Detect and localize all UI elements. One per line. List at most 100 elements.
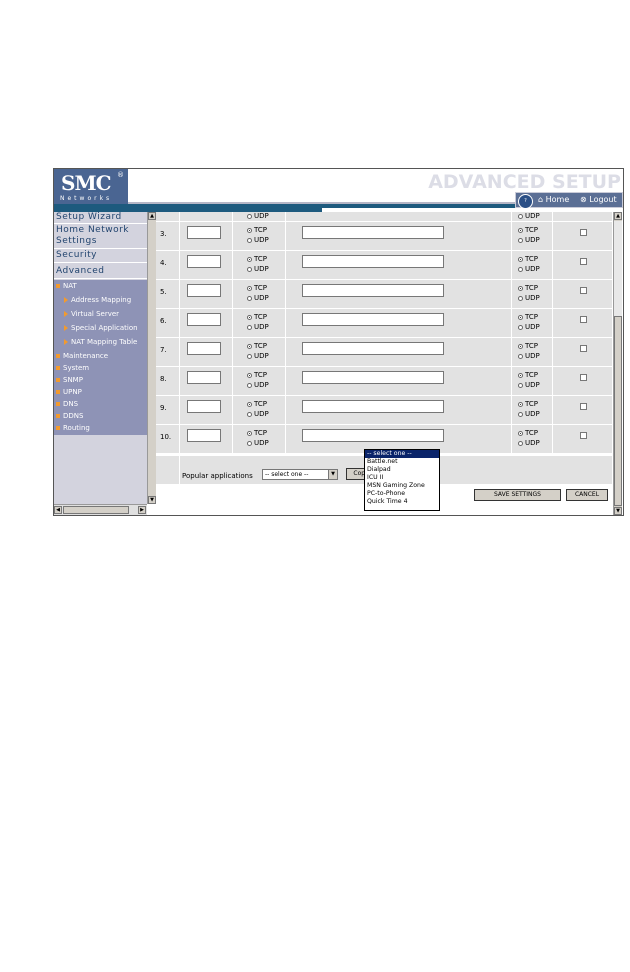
incoming-tcp-radio[interactable]: TCP [518,255,538,264]
scroll-left-icon[interactable]: ◀ [54,506,62,514]
main-vertical-scrollbar[interactable]: ▲ ▼ [613,212,622,515]
public-port-input[interactable] [302,226,444,239]
sidebar-item-setup-wizard[interactable]: Setup Wizard [54,212,147,224]
tcp-radio[interactable]: TCP [247,255,267,264]
trigger-port-input[interactable] [187,371,221,384]
enable-checkbox[interactable] [580,287,587,294]
public-port-input[interactable] [302,313,444,326]
scroll-up-icon[interactable]: ▲ [614,212,622,220]
enable-checkbox[interactable] [580,316,587,323]
incoming-udp-radio[interactable]: UDP [518,439,540,448]
dropdown-option[interactable]: Battle.net [365,458,439,466]
scroll-right-icon[interactable]: ▶ [138,506,146,514]
trigger-port-input[interactable] [187,429,221,442]
submenu-virtual-server[interactable]: Virtual Server [64,309,157,319]
incoming-tcp-radio[interactable]: TCP [518,429,538,438]
tcp-radio[interactable]: TCP [247,226,267,235]
udp-radio[interactable]: UDP [247,381,269,390]
enable-checkbox[interactable] [580,374,587,381]
dropdown-option[interactable]: MSN Gaming Zone [365,482,439,490]
submenu-nat[interactable]: NAT [56,281,149,291]
popular-applications-dropdown-list[interactable]: -- select one -- Battle.net Dialpad ICU … [364,449,440,511]
dropdown-option[interactable]: Quick Time 4 [365,498,439,506]
incoming-tcp-radio[interactable]: TCP [518,313,538,322]
trigger-port-input[interactable] [187,226,221,239]
tcp-radio[interactable]: TCP [247,313,267,322]
udp-radio[interactable]: UDP [247,236,269,245]
trigger-port-input[interactable] [187,255,221,268]
public-port-input[interactable] [302,371,444,384]
enable-checkbox[interactable] [580,229,587,236]
dropdown-option[interactable]: PC-to-Phone [365,490,439,498]
trigger-port-input[interactable] [187,342,221,355]
home-link[interactable]: ⌂ Home [538,195,569,204]
popular-applications-select[interactable]: -- select one -- ▼ [262,469,338,480]
incoming-udp-radio[interactable]: UDP [518,236,540,245]
scroll-up-icon[interactable]: ▲ [148,212,156,220]
udp-radio[interactable]: UDP [247,294,269,303]
udp-radio[interactable]: UDP [247,410,269,419]
submenu-routing[interactable]: Routing [56,423,149,433]
submenu-nat-mapping-table[interactable]: NAT Mapping Table [64,337,157,347]
radio-unchecked-icon [247,411,252,417]
tcp-radio[interactable]: TCP [247,429,267,438]
submenu-upnp[interactable]: UPNP [56,387,149,397]
public-port-input[interactable] [302,284,444,297]
tcp-radio[interactable]: TCP [247,400,267,409]
incoming-udp-radio[interactable]: UDP [518,381,540,390]
tcp-radio[interactable]: TCP [247,342,267,351]
public-port-input[interactable] [302,429,444,442]
incoming-tcp-radio[interactable]: TCP [518,371,538,380]
trigger-port-input[interactable] [187,400,221,413]
sidebar-vertical-scrollbar[interactable]: ▲ ▼ [147,212,156,504]
submenu-system[interactable]: System [56,363,149,373]
sidebar-item-security[interactable]: Security [54,250,147,263]
submenu-special-application[interactable]: Special Application [64,323,157,333]
submenu-ddns[interactable]: DDNS [56,411,149,421]
enable-checkbox[interactable] [580,345,587,352]
sidebar-horizontal-scrollbar[interactable]: ◀ ▶ [54,504,147,515]
sidebar-item-home-network[interactable]: Home Network Settings [54,225,147,249]
submenu-address-mapping[interactable]: Address Mapping [64,295,157,305]
incoming-udp-radio[interactable]: UDP [518,265,540,274]
public-port-input[interactable] [302,255,444,268]
scroll-thumb[interactable] [614,316,622,506]
incoming-tcp-radio[interactable]: TCP [518,342,538,351]
public-port-input[interactable] [302,342,444,355]
trigger-port-input[interactable] [187,313,221,326]
public-port-input[interactable] [302,400,444,413]
incoming-tcp-radio[interactable]: TCP [518,284,538,293]
incoming-tcp-radio[interactable]: TCP [518,400,538,409]
incoming-udp-radio[interactable]: UDP [518,212,540,221]
enable-checkbox[interactable] [580,403,587,410]
submenu-snmp[interactable]: SNMP [56,375,149,385]
save-settings-button[interactable]: SAVE SETTINGS [474,489,561,501]
sidebar-item-advanced-settings[interactable]: Advanced Settings [54,264,147,290]
incoming-udp-radio[interactable]: UDP [518,352,540,361]
dropdown-option[interactable]: Dialpad [365,466,439,474]
udp-radio[interactable]: UDP [247,212,269,221]
logout-link[interactable]: ⊗ Logout [580,195,617,204]
incoming-tcp-radio[interactable]: TCP [518,226,538,235]
incoming-udp-radio[interactable]: UDP [518,410,540,419]
submenu-dns[interactable]: DNS [56,399,149,409]
enable-checkbox[interactable] [580,258,587,265]
tcp-radio[interactable]: TCP [247,371,267,380]
scroll-thumb[interactable] [63,506,129,514]
udp-radio[interactable]: UDP [247,439,269,448]
scroll-down-icon[interactable]: ▼ [614,507,622,515]
dropdown-option[interactable]: -- select one -- [365,450,439,458]
dropdown-option[interactable]: ICU II [365,474,439,482]
submenu-maintenance[interactable]: Maintenance [56,351,149,361]
tcp-radio[interactable]: TCP [247,284,267,293]
trigger-port-input[interactable] [187,284,221,297]
incoming-udp-radio[interactable]: UDP [518,323,540,332]
udp-radio[interactable]: UDP [247,352,269,361]
udp-radio[interactable]: UDP [247,265,269,274]
udp-radio[interactable]: UDP [247,323,269,332]
incoming-udp-radio[interactable]: UDP [518,294,540,303]
enable-checkbox[interactable] [580,432,587,439]
cancel-button[interactable]: CANCEL [566,489,608,501]
help-icon[interactable]: ? [518,194,533,209]
scroll-down-icon[interactable]: ▼ [148,496,156,504]
